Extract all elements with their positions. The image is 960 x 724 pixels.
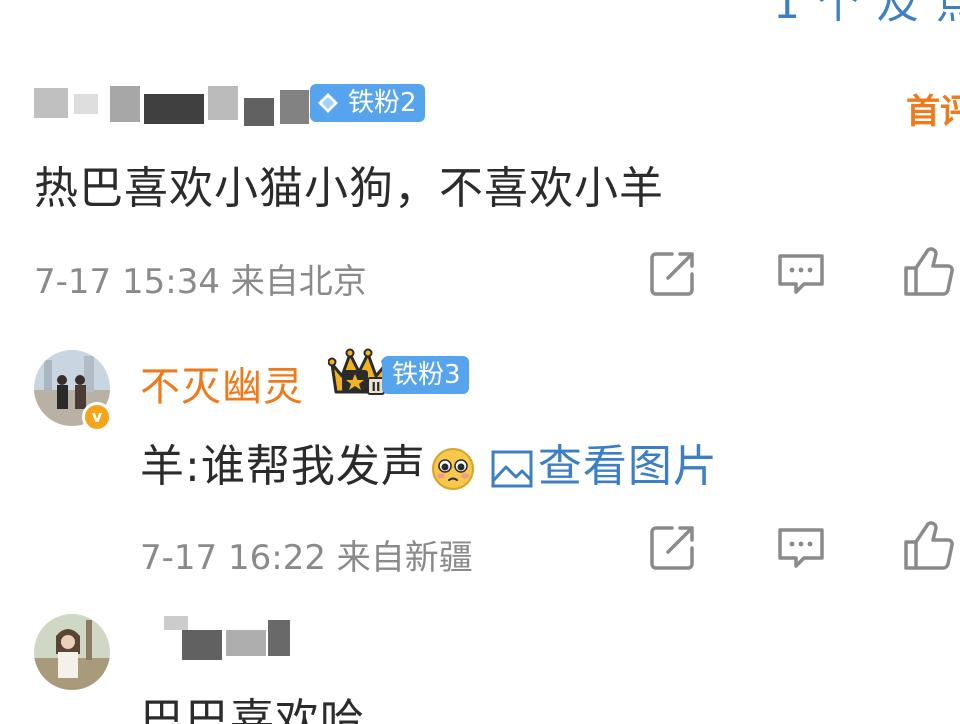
blurred-username[interactable]: [34, 82, 309, 126]
comment-feed: 1 个 及 点 铁粉2 首评 热巴喜欢小猫小狗，不喜欢小羊 7-17 15:34…: [0, 0, 960, 724]
share-icon[interactable]: [646, 246, 700, 300]
comment-text: 巴巴喜欢哈: [140, 695, 365, 724]
diamond-icon: [318, 93, 338, 113]
like-icon[interactable]: [900, 244, 954, 298]
comment-text: 羊:谁帮我发声 查看图片: [140, 430, 718, 494]
fan-badge[interactable]: 铁粉3: [382, 356, 469, 394]
view-image-label: 查看图片: [537, 441, 718, 492]
emoji-pleading-icon: [431, 448, 474, 490]
comment-icon[interactable]: [774, 520, 828, 574]
fan-badge-label: 铁粉3: [392, 360, 461, 390]
verified-badge-icon: v: [82, 402, 112, 432]
username[interactable]: 不灭幽灵: [140, 354, 304, 412]
avatar[interactable]: [34, 614, 110, 690]
top-partial-text: 1 个 及 点: [773, 0, 960, 28]
comment-text: 热巴喜欢小猫小狗，不喜欢小羊: [34, 163, 664, 214]
comment-meta: 7-17 15:34 来自北京: [34, 262, 367, 302]
share-icon[interactable]: [646, 520, 700, 574]
first-comment-tag: 首评: [906, 92, 960, 132]
like-icon[interactable]: [900, 518, 954, 572]
blurred-username[interactable]: [146, 612, 296, 668]
comment-meta: 7-17 16:22 来自新疆: [140, 538, 473, 578]
comment-icon[interactable]: [774, 246, 828, 300]
view-image-link[interactable]: 查看图片: [482, 441, 718, 492]
crown-level: II: [372, 380, 381, 394]
crown-icon: II: [328, 348, 390, 395]
image-icon: [491, 450, 533, 488]
fan-badge-label: 铁粉2: [348, 88, 417, 118]
fan-badge[interactable]: 铁粉2: [310, 84, 425, 122]
avatar-image: [34, 614, 110, 690]
comment-text-body: 羊:谁帮我发声: [140, 441, 426, 492]
